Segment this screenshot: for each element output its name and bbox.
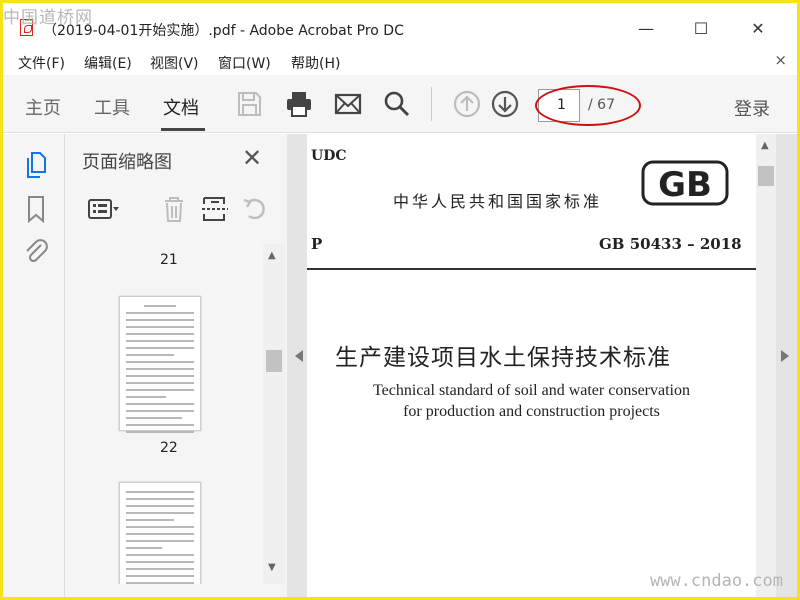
tab-document[interactable]: 文档 <box>163 94 199 120</box>
document-title-en-line2: for production and construction projects <box>403 403 660 420</box>
toolbar-separator <box>431 87 432 121</box>
watermark-bottom: www.cndao.com <box>649 571 783 591</box>
page-number-highlight <box>535 85 641 126</box>
login-button[interactable]: 登录 <box>734 95 770 121</box>
email-icon[interactable] <box>333 89 363 119</box>
close-document-button[interactable]: × <box>774 51 787 69</box>
scrollbar-thumb[interactable] <box>266 350 282 372</box>
thumbnail-page-22[interactable] <box>119 296 201 433</box>
gb-logo-icon: GB <box>641 160 729 206</box>
navigation-pane <box>3 134 65 597</box>
udc-code: UDC <box>311 148 347 164</box>
save-icon[interactable] <box>234 89 264 119</box>
tab-home[interactable]: 主页 <box>25 94 61 120</box>
document-scrollbar[interactable]: ▲ <box>756 134 776 597</box>
document-view: UDC 中华人民共和国国家标准 GB P GB 50433 – 2018 生产建… <box>287 134 797 597</box>
svg-text:GB: GB <box>658 165 712 205</box>
national-standard-heading: 中华人民共和国国家标准 <box>393 192 603 211</box>
menu-view[interactable]: 视图(V) <box>150 53 199 73</box>
thumbnail-page-23[interactable] <box>119 482 201 584</box>
standard-number: GB 50433 – 2018 <box>599 235 742 253</box>
active-tab-indicator <box>161 128 205 131</box>
acrobat-window: 中国道桥网 （2019-04-01开始实施）.pdf - Adobe Acrob… <box>3 3 797 597</box>
collapse-right-pane-icon[interactable] <box>781 350 789 362</box>
bookmark-icon[interactable] <box>23 194 49 224</box>
collapse-left-pane-icon[interactable] <box>295 350 303 362</box>
menu-help[interactable]: 帮助(H) <box>291 53 340 73</box>
tab-tools[interactable]: 工具 <box>94 94 130 120</box>
watermark-top: 中国道桥网 <box>3 8 93 28</box>
toolbar: 主页 工具 文档 1 / 67 登录 <box>3 75 797 133</box>
print-icon[interactable] <box>284 89 314 119</box>
document-page: UDC 中华人民共和国国家标准 GB P GB 50433 – 2018 生产建… <box>307 134 756 597</box>
close-window-button[interactable]: ✕ <box>735 15 781 41</box>
menu-file[interactable]: 文件(F) <box>18 53 65 73</box>
document-title-cn: 生产建设项目水土保持技术标准 <box>335 345 671 371</box>
thumbnail-label-21: 21 <box>160 252 178 268</box>
delete-page-icon[interactable] <box>157 194 191 224</box>
search-icon[interactable] <box>382 89 412 119</box>
close-panel-button[interactable]: ✕ <box>242 144 262 172</box>
attachment-icon[interactable] <box>23 237 49 267</box>
document-title-en-line1: Technical standard of soil and water con… <box>373 382 690 399</box>
menu-edit[interactable]: 编辑(E) <box>84 53 132 73</box>
thumbnail-options-icon[interactable] <box>87 194 121 224</box>
header-rule <box>307 268 756 270</box>
doc-scrollbar-thumb[interactable] <box>758 166 774 186</box>
menu-window[interactable]: 窗口(W) <box>218 53 271 73</box>
scroll-up-arrow-icon[interactable]: ▲ <box>268 250 276 261</box>
page-down-icon[interactable] <box>490 89 520 119</box>
maximize-button[interactable]: ☐ <box>678 15 724 41</box>
thumbnail-scrollbar[interactable]: ▲ ▼ <box>263 244 285 584</box>
menu-bar: 文件(F) 编辑(E) 视图(V) 窗口(W) 帮助(H) × <box>3 50 797 74</box>
page-thumbnails-icon[interactable] <box>23 150 49 180</box>
doc-scroll-up-arrow-icon[interactable]: ▲ <box>761 140 769 151</box>
minimize-button[interactable]: — <box>623 15 669 41</box>
title-bar: （2019-04-01开始实施）.pdf - Adobe Acrobat Pro… <box>3 3 797 49</box>
window-title: （2019-04-01开始实施）.pdf - Adobe Acrobat Pro… <box>43 23 404 39</box>
thumbnail-panel: 页面缩略图 ✕ 21 22 ▲ ▼ <box>65 134 287 597</box>
rotate-page-icon[interactable] <box>239 194 273 224</box>
panel-title: 页面缩略图 <box>82 152 172 173</box>
thumbnail-label-22: 22 <box>160 440 178 456</box>
classification-code: P <box>311 235 323 253</box>
scroll-down-arrow-icon[interactable]: ▼ <box>268 562 276 573</box>
extract-page-icon[interactable] <box>199 194 233 224</box>
thumbnail-list: 21 22 <box>65 244 263 584</box>
page-up-icon[interactable] <box>452 89 482 119</box>
